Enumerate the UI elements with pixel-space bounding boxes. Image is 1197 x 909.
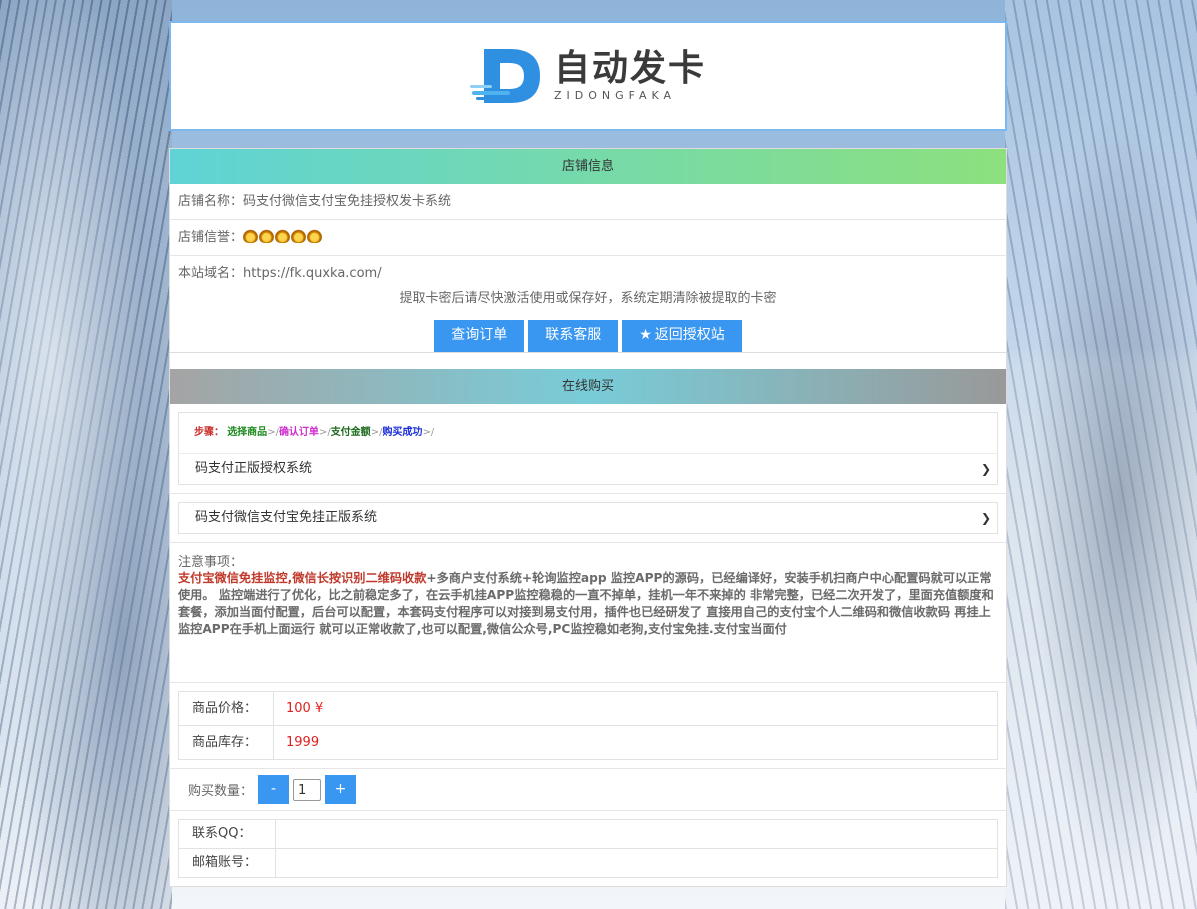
divider <box>170 352 1006 369</box>
shop-name-label: 店铺名称： <box>178 194 244 209</box>
stock-value: 1999 <box>286 735 320 750</box>
qq-row: 联系QQ： <box>179 820 997 849</box>
step-arrow: >/ <box>318 427 331 438</box>
quantity-input[interactable]: 1 <box>293 778 322 801</box>
step-pay-amount: 支付金额 <box>330 427 371 438</box>
quantity-plus-button[interactable]: + <box>325 775 357 804</box>
contact-service-button[interactable]: 联系客服 <box>528 320 619 352</box>
shop-name-row: 店铺名称：码支付微信支付宝免挂授权发卡系统 <box>170 184 1006 220</box>
back-auth-site-label: 返回授权站 <box>654 327 725 343</box>
email-input[interactable] <box>276 849 997 877</box>
price-label: 商品价格： <box>179 692 274 725</box>
crown-icon <box>275 229 291 243</box>
logo: 自动发卡 ZIDONGFAKA <box>469 45 706 107</box>
background-left-trees <box>0 0 172 909</box>
shop-credit-label: 店铺信誉： <box>178 230 244 245</box>
category-box: 步骤： 选择商品>/确认订单>/支付金额>/购买成功>/ 码支付正版授权系统 ❯ <box>178 412 998 485</box>
product-description: 注意事项： 支付宝微信免挂监控,微信长按识别二维码收款+多商户支付系统+轮询监控… <box>170 543 1006 683</box>
price-value: 100 ¥ <box>286 701 324 716</box>
qq-label: 联系QQ： <box>179 820 276 848</box>
main-container: 自动发卡 ZIDONGFAKA 店铺信息 店铺名称：码支付微信支付宝免挂授权发卡… <box>169 21 1007 887</box>
price-row: 商品价格： 100 ¥ <box>179 692 997 726</box>
product-select-value: 码支付微信支付宝免挂正版系统 <box>195 510 378 525</box>
product-select[interactable]: 码支付微信支付宝免挂正版系统 ❯ <box>178 502 998 534</box>
shop-info-panel: 店铺信息 店铺名称：码支付微信支付宝免挂授权发卡系统 店铺信誉： 本站域名：ht… <box>169 148 1007 887</box>
domain-block: 本站域名：https://fk.quxka.com/ 提取卡密后请尽快激活使用或… <box>170 256 1006 352</box>
step-arrow: >/ <box>267 427 279 438</box>
credit-crowns <box>243 220 323 255</box>
stock-row: 商品库存： 1999 <box>179 726 997 759</box>
category-select-value: 码支付正版授权系统 <box>195 461 313 476</box>
star-icon: ★ <box>639 327 652 343</box>
crown-icon <box>307 229 323 243</box>
email-row: 邮箱账号： <box>179 849 997 877</box>
description-body: 支付宝微信免挂监控,微信长按识别二维码收款+多商户支付系统+轮询监控app 监控… <box>178 570 998 638</box>
category-select[interactable]: 码支付正版授权系统 ❯ <box>179 454 997 484</box>
crown-icon <box>291 229 307 243</box>
logo-subtitle: ZIDONGFAKA <box>553 89 677 102</box>
stock-label: 商品库存： <box>179 726 274 759</box>
step-purchase-success: 购买成功 <box>382 427 423 438</box>
step-select-product: 选择商品 <box>227 427 268 438</box>
description-highlight: 支付宝微信免挂监控,微信长按识别二维码收款 <box>178 571 427 585</box>
shop-info-header: 店铺信息 <box>170 149 1006 184</box>
contact-table: 联系QQ： 邮箱账号： <box>178 819 998 878</box>
notice-text: 提取卡密后请尽快激活使用或保存好，系统定期清除被提取的卡密 <box>399 291 777 306</box>
background-right-trees <box>1005 0 1197 909</box>
email-label: 邮箱账号： <box>179 849 276 877</box>
logo-banner: 自动发卡 ZIDONGFAKA <box>169 21 1007 131</box>
shop-name-value: 码支付微信支付宝免挂授权发卡系统 <box>243 194 452 209</box>
domain-value: https://fk.quxka.com/ <box>243 266 382 281</box>
step-arrow: >/ <box>422 427 435 438</box>
shop-credit-row: 店铺信誉： <box>170 220 1006 256</box>
back-auth-site-button[interactable]: ★ 返回授权站 <box>622 320 742 352</box>
quantity-row: 购买数量： - 1 + <box>170 769 1006 811</box>
purchase-steps: 步骤： 选择商品>/确认订单>/支付金额>/购买成功>/ <box>179 413 997 454</box>
price-stock-section: 商品价格： 100 ¥ 商品库存： 1999 <box>170 683 1006 769</box>
description-label: 注意事项： <box>178 555 244 570</box>
logo-title: 自动发卡 <box>553 48 706 89</box>
price-stock-table: 商品价格： 100 ¥ 商品库存： 1999 <box>178 691 998 760</box>
contact-section: 联系QQ： 邮箱账号： <box>170 811 1006 886</box>
domain-label: 本站域名： <box>178 266 244 281</box>
buy-online-header: 在线购买 <box>170 369 1006 404</box>
chevron-down-icon: ❯ <box>980 511 991 525</box>
step-arrow: >/ <box>370 427 383 438</box>
steps-label: 步骤： <box>194 427 224 438</box>
quantity-minus-button[interactable]: - <box>258 775 290 804</box>
crown-icon <box>243 229 259 243</box>
shop-buttons: 查询订单 联系客服 ★ 返回授权站 <box>178 320 998 352</box>
chevron-down-icon: ❯ <box>980 462 991 476</box>
crown-icon <box>259 229 275 243</box>
product-section: 码支付微信支付宝免挂正版系统 ❯ <box>170 494 1006 543</box>
logo-d-icon <box>469 49 540 103</box>
domain-row: 本站域名：https://fk.quxka.com/ <box>178 262 998 281</box>
step-confirm-order: 确认订单 <box>278 427 319 438</box>
query-order-button[interactable]: 查询订单 <box>434 320 525 352</box>
category-section: 步骤： 选择商品>/确认订单>/支付金额>/购买成功>/ 码支付正版授权系统 ❯ <box>170 404 1006 494</box>
qq-input[interactable] <box>276 820 997 848</box>
quantity-label: 购买数量： <box>188 784 254 799</box>
